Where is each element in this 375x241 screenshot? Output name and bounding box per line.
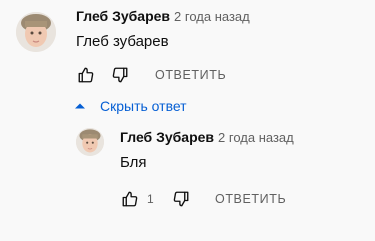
like-button[interactable] <box>74 63 98 87</box>
reply-avatar[interactable] <box>76 128 104 156</box>
thumb-up-icon <box>78 67 94 83</box>
reply-author[interactable]: Глеб Зубарев <box>120 129 214 145</box>
hide-replies-button[interactable]: Скрыть ответ <box>74 98 187 114</box>
reply-button[interactable]: ОТВЕТИТЬ <box>155 68 226 82</box>
reply-timestamp[interactable]: 2 года назад <box>218 130 294 145</box>
thumb-up-icon <box>122 191 138 207</box>
chevron-up-icon <box>75 103 85 109</box>
comment-header: Глеб Зубарев 2 года назад <box>76 8 250 24</box>
comment-author[interactable]: Глеб Зубарев <box>76 8 170 24</box>
reply-like-button[interactable] <box>118 187 142 211</box>
hide-replies-label: Скрыть ответ <box>100 98 187 114</box>
dislike-button[interactable] <box>108 63 132 87</box>
reply-dislike-button[interactable] <box>169 187 193 211</box>
comment-text: Глеб зубарев <box>76 33 169 50</box>
reply-header: Глеб Зубарев 2 года назад <box>120 129 294 145</box>
reply-text: Бля <box>120 154 147 171</box>
comment-timestamp[interactable]: 2 года назад <box>174 9 250 24</box>
thumb-down-icon <box>173 191 189 207</box>
reply-reply-button[interactable]: ОТВЕТИТЬ <box>215 192 286 206</box>
thumb-down-icon <box>112 67 128 83</box>
reply-like-count: 1 <box>147 192 154 206</box>
avatar[interactable] <box>16 12 56 52</box>
